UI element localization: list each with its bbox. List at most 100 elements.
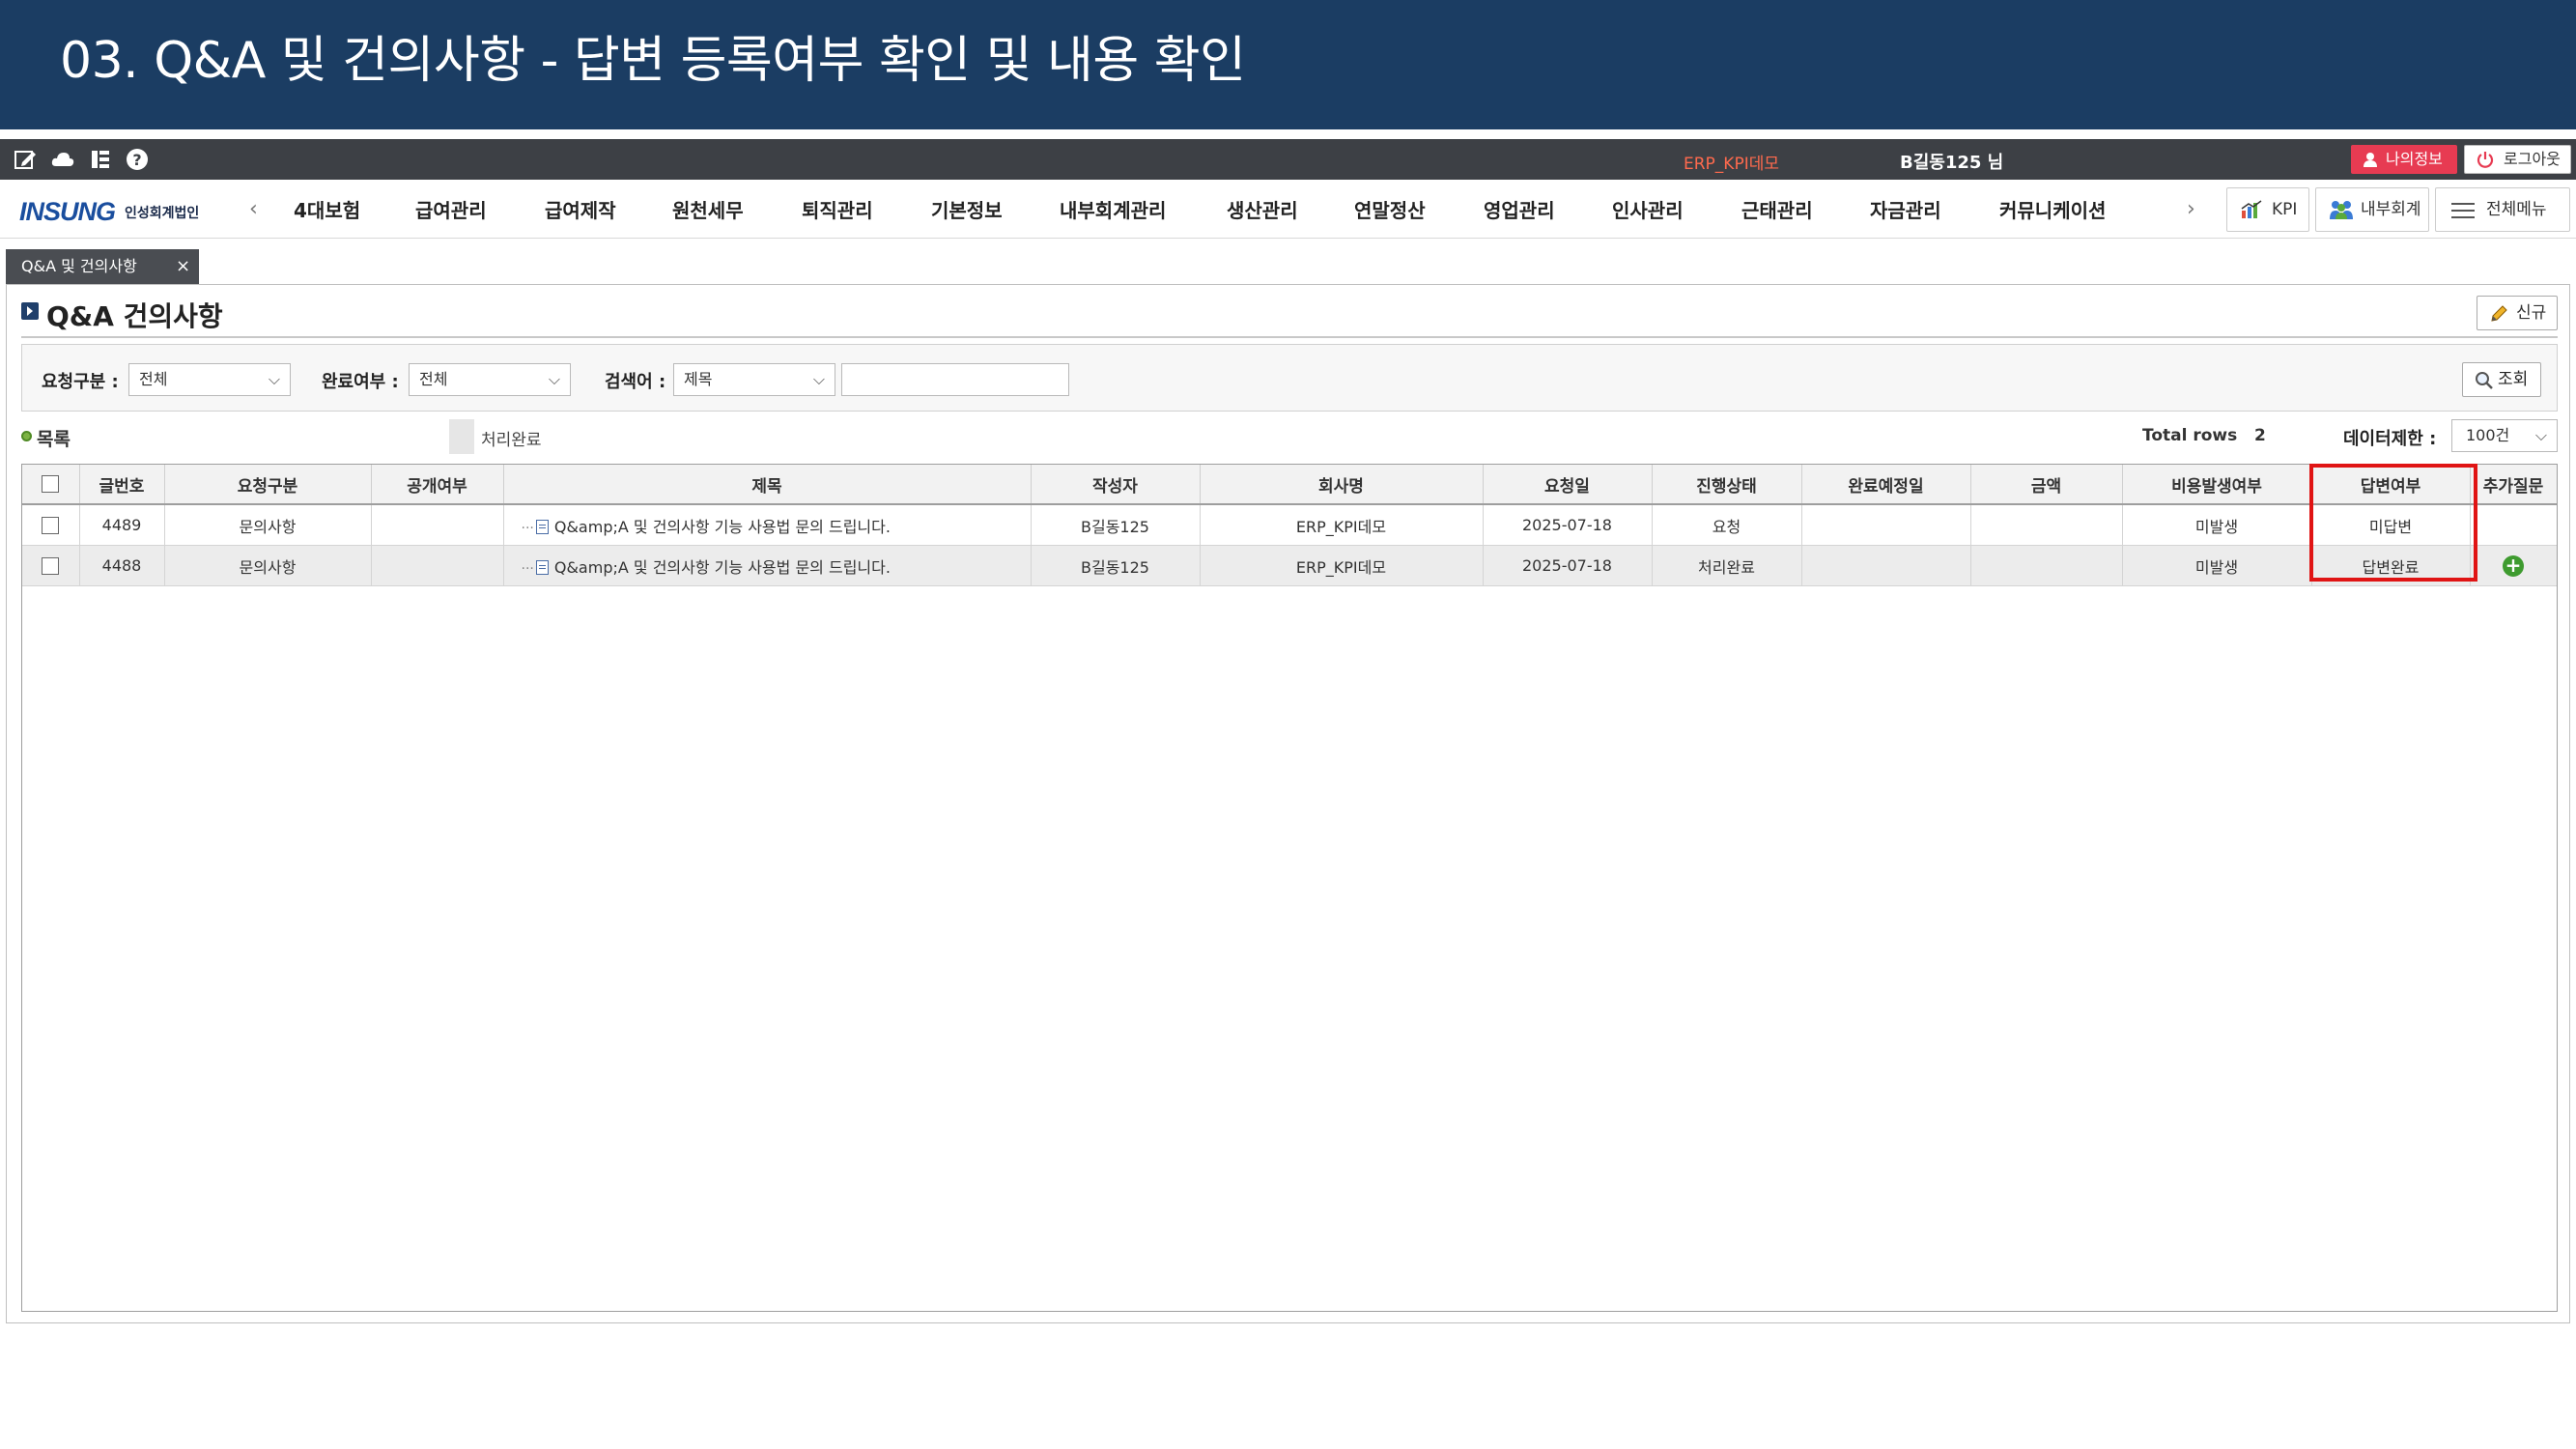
request-type-label: 요청구분 : (42, 372, 119, 392)
header-title[interactable]: 제목 (503, 465, 1032, 505)
completion-label: 완료여부 : (322, 372, 399, 392)
people-icon (2330, 201, 2353, 219)
logout-button[interactable]: 로그아웃 (2464, 145, 2571, 174)
cell-due-date (1801, 504, 1971, 546)
nav-item-payroll[interactable]: 급여관리 (415, 195, 487, 223)
logout-label: 로그아웃 (2504, 150, 2561, 168)
cell-request-type: 문의사항 (164, 504, 372, 546)
header-request-date[interactable]: 요청일 (1483, 465, 1653, 505)
header-status[interactable]: 진행상태 (1652, 465, 1802, 505)
close-icon[interactable]: × (176, 249, 190, 284)
cell-title[interactable]: ··· Q&amp;A 및 건의사항 기능 사용법 문의 드립니다. (503, 504, 1032, 546)
current-user: B길동125 님 (1900, 153, 2004, 173)
header-followup[interactable]: 추가질문 (2470, 465, 2557, 505)
slide-title: 03. Q&A 및 건의사항 - 답변 등록여부 확인 및 내용 확인 (60, 32, 1246, 90)
table-row[interactable]: 4489 문의사항 ··· Q&amp;A 및 건의사항 기능 사용법 문의 드립… (22, 504, 2557, 546)
logo-text: INSUNG (19, 197, 116, 226)
nav-next-arrow[interactable]: › (2187, 197, 2195, 221)
new-button[interactable]: 신규 (2477, 296, 2558, 330)
cell-title[interactable]: ··· Q&amp;A 및 건의사항 기능 사용법 문의 드립니다. (503, 545, 1032, 586)
data-limit-label: 데이터제한 : (2343, 429, 2437, 449)
nav-item-production[interactable]: 생산관리 (1227, 195, 1298, 223)
header-no[interactable]: 글번호 (79, 465, 165, 505)
row-checkbox[interactable] (42, 517, 60, 535)
company-logo[interactable]: INSUNG 인성회계법인 (19, 197, 199, 227)
nav-item-withholding-tax[interactable]: 원천세무 (672, 195, 744, 223)
cell-status: 요청 (1652, 504, 1802, 546)
keyword-label: 검색어 : (605, 372, 666, 392)
row-select-cell[interactable] (22, 504, 80, 546)
tab-qna[interactable]: Q&A 및 건의사항 × (6, 249, 199, 284)
table-header-row: 글번호 요청구분 공개여부 제목 작성자 회사명 요청일 진행상태 완료예정일 … (22, 465, 2557, 505)
nav-item-hr[interactable]: 인사관리 (1612, 195, 1684, 223)
search-button-label: 조회 (2498, 370, 2529, 389)
cell-cost: 미발생 (2122, 545, 2312, 586)
document-icon (535, 559, 549, 575)
nav-item-year-end[interactable]: 연말정산 (1354, 195, 1426, 223)
tree-connector: ··· (521, 520, 534, 536)
tab-qna-label: Q&A 및 건의사항 (21, 257, 137, 275)
new-button-label: 신규 (2516, 303, 2547, 323)
header-select-all[interactable] (22, 465, 80, 505)
cell-title-text[interactable]: Q&amp;A 및 건의사항 기능 사용법 문의 드립니다. (554, 558, 891, 577)
edit-icon[interactable] (13, 147, 38, 172)
main-nav: INSUNG 인성회계법인 ‹ 4대보험 급여관리 급여제작 원천세무 퇴직관리 … (0, 180, 2576, 239)
nav-item-retirement[interactable]: 퇴직관리 (802, 195, 873, 223)
nav-item-payroll-production[interactable]: 급여제작 (545, 195, 616, 223)
header-company[interactable]: 회사명 (1200, 465, 1484, 505)
kpi-button[interactable]: KPI (2226, 187, 2309, 232)
nav-item-funds[interactable]: 자금관리 (1870, 195, 1941, 223)
internal-accounting-button[interactable]: 내부회계 (2315, 187, 2429, 232)
chevron-down-icon: ⌵ (268, 370, 280, 388)
header-public[interactable]: 공개여부 (371, 465, 504, 505)
request-type-select[interactable]: 전체 ⌵ (128, 363, 291, 396)
logo-subtext: 인성회계법인 (125, 206, 200, 221)
cell-author: B길동125 (1031, 504, 1201, 546)
cell-company: ERP_KPI데모 (1200, 504, 1484, 546)
add-question-icon[interactable]: + (2503, 554, 2524, 577)
request-type-value: 전체 (139, 370, 168, 388)
my-info-label: 나의정보 (2386, 150, 2443, 168)
nav-item-attendance[interactable]: 근태관리 (1741, 195, 1813, 223)
all-menu-button[interactable]: 전체메뉴 (2435, 187, 2570, 232)
cell-author: B길동125 (1031, 545, 1201, 586)
nav-item-basic-info[interactable]: 기본정보 (931, 195, 1003, 223)
header-author[interactable]: 작성자 (1031, 465, 1201, 505)
keyword-input[interactable] (841, 363, 1069, 396)
cloud-icon[interactable] (50, 147, 75, 172)
header-request-type[interactable]: 요청구분 (164, 465, 372, 505)
legend-swatch (449, 419, 474, 454)
header-answer-status[interactable]: 답변여부 (2311, 465, 2471, 505)
nav-item-internal-accounting[interactable]: 내부회계관리 (1060, 195, 1166, 223)
cell-no: 4488 (79, 545, 165, 586)
header-amount[interactable]: 금액 (1970, 465, 2123, 505)
header-cost[interactable]: 비용발생여부 (2122, 465, 2312, 505)
title-divider (21, 336, 2558, 338)
select-all-checkbox[interactable] (42, 475, 60, 493)
nav-item-4insurance[interactable]: 4대보험 (294, 195, 360, 223)
search-button[interactable]: 조회 (2462, 362, 2541, 397)
search-panel: 요청구분 : 전체 ⌵ 완료여부 : 전체 ⌵ 검색어 : 제목 ⌵ 조회 (21, 344, 2558, 412)
list-view-icon[interactable] (88, 147, 113, 172)
data-limit-select[interactable]: 100건 ⌵ (2451, 419, 2558, 452)
page-title-icon (21, 302, 39, 320)
cell-title-text[interactable]: Q&amp;A 및 건의사항 기능 사용법 문의 드립니다. (554, 518, 891, 536)
internal-accounting-label: 내부회계 (2361, 200, 2421, 219)
my-info-button[interactable]: 나의정보 (2351, 145, 2457, 174)
row-select-cell[interactable] (22, 545, 80, 586)
keyword-type-select[interactable]: 제목 ⌵ (673, 363, 835, 396)
cell-followup[interactable]: + (2470, 545, 2557, 586)
nav-prev-arrow[interactable]: ‹ (249, 197, 258, 221)
document-icon (535, 519, 549, 534)
table-row[interactable]: 4488 문의사항 ··· Q&amp;A 및 건의사항 기능 사용법 문의 드립… (22, 545, 2557, 586)
help-icon[interactable]: ? (125, 147, 150, 172)
qna-grid: 글번호 요청구분 공개여부 제목 작성자 회사명 요청일 진행상태 완료예정일 … (21, 464, 2558, 1312)
nav-item-sales[interactable]: 영업관리 (1484, 195, 1555, 223)
tree-connector: ··· (521, 560, 534, 577)
row-checkbox[interactable] (42, 557, 60, 576)
nav-item-communication[interactable]: 커뮤니케이션 (1999, 195, 2106, 223)
header-due-date[interactable]: 완료예정일 (1801, 465, 1971, 505)
page-title: Q&A 건의사항 (46, 300, 223, 332)
all-menu-label: 전체메뉴 (2486, 200, 2547, 219)
completion-select[interactable]: 전체 ⌵ (409, 363, 571, 396)
